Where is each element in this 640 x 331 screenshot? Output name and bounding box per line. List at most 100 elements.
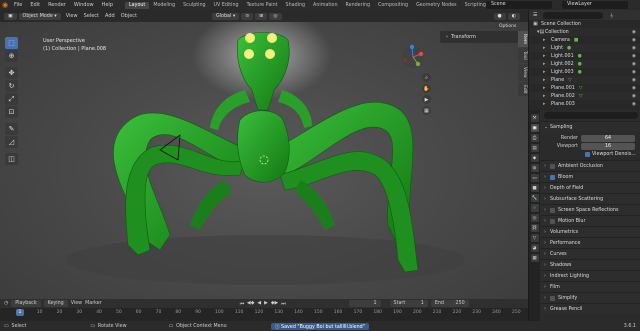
modifier-props-icon[interactable]: 🔧 xyxy=(530,194,539,202)
panel-shadows[interactable]: › Shadows xyxy=(541,259,640,270)
properties-search-input[interactable] xyxy=(544,112,638,119)
panel-subsurface[interactable]: › Subsurface Scattering xyxy=(541,193,640,204)
outliner-editor-icon[interactable]: ☰ xyxy=(533,13,537,18)
outliner-item-plane[interactable]: ▸ Plane ▽ ◉ xyxy=(529,76,640,84)
panel-volumetrics[interactable]: › Volumetrics xyxy=(541,226,640,237)
mode-selector[interactable]: Object Mode ▾ xyxy=(18,12,61,20)
outliner-scene-collection[interactable]: ▣ Scene Collection xyxy=(529,20,640,28)
move-tool-icon[interactable]: ✥ xyxy=(5,67,18,79)
tab-animation[interactable]: Animation xyxy=(309,2,341,9)
transform-tool-icon[interactable]: ⊡ xyxy=(5,106,18,118)
proportional-edit-icon[interactable]: ◎ xyxy=(269,12,282,20)
editor-type-button[interactable]: ▣ xyxy=(4,12,17,20)
jump-start-icon[interactable]: ⏮ xyxy=(240,301,244,307)
output-props-icon[interactable]: ⎙ xyxy=(530,134,539,142)
ao-checkbox[interactable] xyxy=(550,163,555,169)
rotate-tool-icon[interactable]: ↻ xyxy=(5,80,18,92)
outliner-item-plane-001[interactable]: ▸ Plane.001 ▽ ◉ xyxy=(529,84,640,92)
select-box-tool-icon[interactable]: ⬚ xyxy=(5,37,18,49)
play-reverse-icon[interactable]: ◀ xyxy=(257,301,261,306)
viewport-denoise-row[interactable]: Viewport Denois... xyxy=(541,150,640,158)
visibility-eye-icon[interactable]: ◉ xyxy=(632,94,636,99)
tab-compositing[interactable]: Compositing xyxy=(374,2,412,9)
jump-end-icon[interactable]: ⏭ xyxy=(281,301,285,307)
outliner-item-plane-002[interactable]: ▸ Plane.002 ▽ ◉ xyxy=(529,92,640,100)
simplify-checkbox[interactable] xyxy=(550,295,555,301)
menu-object[interactable]: Object xyxy=(118,13,140,19)
outliner-item-light-002[interactable]: ▸ Light.002 ● ◉ xyxy=(529,60,640,68)
outliner-item-light-003[interactable]: ▸ Light.003 ● ◉ xyxy=(529,68,640,76)
material-props-icon[interactable]: ◕ xyxy=(530,244,539,252)
blender-logo-icon[interactable]: ◉ xyxy=(0,0,10,10)
view-layer-selector[interactable]: ViewLayer xyxy=(562,1,628,9)
timeline[interactable]: ◷ Playback Keying View Marker ⏮ ◀◆ ◀ ▶ ◆… xyxy=(0,299,528,321)
menu-marker[interactable]: Marker xyxy=(85,301,102,306)
outliner-item-collection[interactable]: ▾▤ Collection ◉ xyxy=(529,28,640,36)
outliner-search-input[interactable] xyxy=(543,11,604,19)
tab-uv-editing[interactable]: UV Editing xyxy=(210,2,243,9)
visibility-eye-icon[interactable]: ◉ xyxy=(632,70,636,75)
menu-edit[interactable]: Edit xyxy=(26,2,44,8)
menu-keying[interactable]: Keying xyxy=(43,300,68,307)
pivot-point-icon[interactable]: ⊙ xyxy=(241,12,254,20)
shading-solid-icon[interactable]: ● xyxy=(493,12,506,20)
menu-window[interactable]: Window xyxy=(70,2,98,8)
scale-tool-icon[interactable]: ⤢ xyxy=(5,93,18,105)
sidebar-tab-tool[interactable]: Tool xyxy=(518,48,528,63)
visibility-eye-icon[interactable]: ◉ xyxy=(632,38,636,43)
camera-view-icon[interactable]: ▶ xyxy=(422,95,431,104)
panel-ssr[interactable]: › Screen Space Reflections xyxy=(541,204,640,215)
tab-rendering[interactable]: Rendering xyxy=(342,2,375,9)
outliner[interactable]: ☰ ⏚ ▣ Scene Collection ▾▤ Collection ◉ ▸ Cam… xyxy=(528,10,640,110)
data-props-icon[interactable]: ▽ xyxy=(530,234,539,242)
scene-selector[interactable]: Scene xyxy=(486,1,552,9)
add-cube-tool-icon[interactable]: ◫ xyxy=(5,153,18,165)
outliner-item-plane-003[interactable]: ▸ Plane.003 ◉ xyxy=(529,100,640,108)
transform-panel-header[interactable]: › Transform xyxy=(440,31,518,43)
panel-bloom[interactable]: › Bloom xyxy=(541,171,640,182)
annotate-tool-icon[interactable]: ✎ xyxy=(5,123,18,135)
timeline-editor-icon[interactable]: ◷ xyxy=(4,301,8,306)
panel-motion-blur[interactable]: › Motion Blur xyxy=(541,215,640,226)
pan-hand-icon[interactable]: ✋ xyxy=(422,84,431,93)
panel-ambient-occlusion[interactable]: › Ambient Occlusion xyxy=(541,160,640,171)
motion-blur-checkbox[interactable] xyxy=(550,218,555,224)
tab-sculpting[interactable]: Sculpting xyxy=(179,2,209,9)
timeline-ruler[interactable]: 1 0 10 20 30 40 50 60 70 80 90 100 110 120 130 140 150 1… xyxy=(0,308,528,321)
world-props-icon[interactable]: ◍ xyxy=(530,164,539,172)
outliner-item-light-001[interactable]: ▸ Light.001 ● ◉ xyxy=(529,52,640,60)
end-frame-field[interactable]: End 250 xyxy=(430,300,469,307)
sidebar-tab-item[interactable]: Item xyxy=(518,31,528,48)
outliner-item-camera[interactable]: ▸ Camera ■ ◉ xyxy=(529,36,640,44)
shading-material-icon[interactable]: ◐ xyxy=(507,12,520,20)
tab-layout[interactable]: Layout xyxy=(125,1,150,9)
3d-viewport[interactable]: ▣ Object Mode ▾ View Select Add Object G… xyxy=(0,10,528,299)
particles-props-icon[interactable]: ⁘ xyxy=(530,204,539,212)
render-samples-field[interactable]: 64 xyxy=(581,134,635,142)
properties-editor[interactable]: ⚒ ▣ ⎙ ▤ ◆ ◍ ▭ ■ 🔧 ⁘ ◎ ⛓ ▽ ◕ ▦ ⌄ Sampling … xyxy=(528,110,640,321)
physics-props-icon[interactable]: ◎ xyxy=(530,214,539,222)
panel-simplify[interactable]: › Simplify xyxy=(541,292,640,303)
sidebar-tab-view[interactable]: View xyxy=(518,64,528,81)
tab-texture-paint[interactable]: Texture Paint xyxy=(243,2,282,9)
constraints-props-icon[interactable]: ⛓ xyxy=(530,224,539,232)
filter-icon[interactable]: ⏚ xyxy=(609,12,614,19)
scene-props-icon[interactable]: ◆ xyxy=(530,154,539,162)
panel-depth-of-field[interactable]: › Depth of Field xyxy=(541,182,640,193)
panel-curves[interactable]: › Curves xyxy=(541,248,640,259)
panel-sampling[interactable]: ⌄ Sampling xyxy=(541,121,640,132)
options-button[interactable]: Options xyxy=(496,23,520,30)
menu-render[interactable]: Render xyxy=(44,2,70,8)
object-props-icon[interactable]: ■ xyxy=(530,184,539,192)
tab-modeling[interactable]: Modeling xyxy=(149,2,179,9)
play-icon[interactable]: ▶ xyxy=(264,301,268,306)
menu-help[interactable]: Help xyxy=(98,2,117,8)
texture-props-icon[interactable]: ▦ xyxy=(530,254,539,262)
menu-select[interactable]: Select xyxy=(81,13,102,19)
viewport-denoise-checkbox[interactable] xyxy=(585,151,590,157)
view-layer-props-icon[interactable]: ▤ xyxy=(530,144,539,152)
visibility-eye-icon[interactable]: ◉ xyxy=(632,86,636,91)
visibility-eye-icon[interactable]: ◉ xyxy=(632,46,636,51)
viewport-samples-field[interactable]: 16 xyxy=(581,142,635,150)
panel-grease-pencil[interactable]: › Grease Pencil xyxy=(541,303,640,314)
